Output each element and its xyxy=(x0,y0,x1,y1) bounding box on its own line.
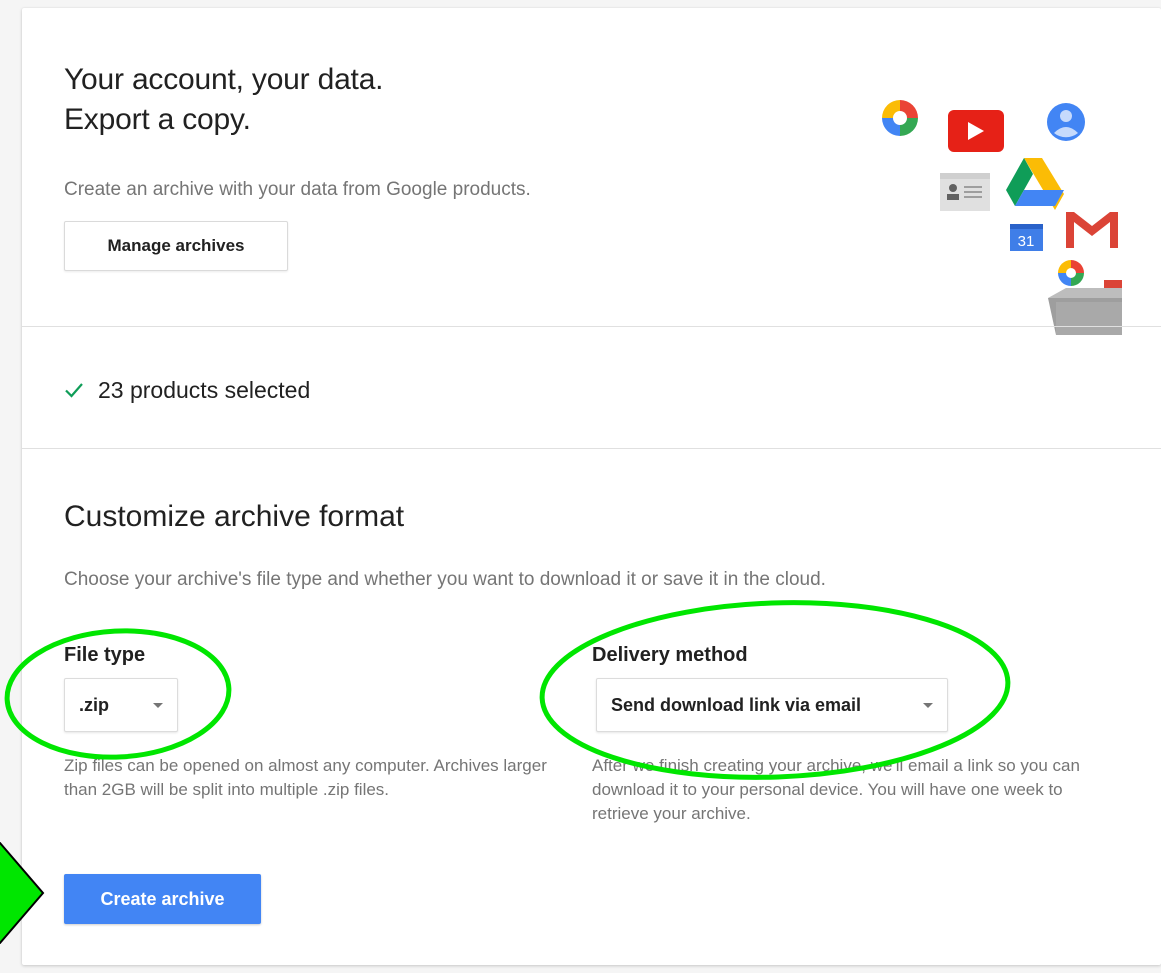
section-divider xyxy=(22,326,1161,327)
gmail-icon xyxy=(1066,212,1118,248)
customize-format-title: Customize archive format xyxy=(64,500,405,533)
dropdown-caret-icon xyxy=(153,702,163,708)
calendar-icon: 31 xyxy=(1010,224,1043,251)
headline-line-1: Your account, your data. xyxy=(64,63,384,96)
file-type-help-text: Zip files can be opened on almost any co… xyxy=(64,756,547,799)
products-selected-label: 23 products selected xyxy=(98,376,311,403)
manage-archives-button[interactable]: Manage archives xyxy=(64,221,288,271)
contacts-icon xyxy=(1047,103,1085,141)
customize-format-description: Choose your archive's file type and whet… xyxy=(64,569,826,590)
file-type-selected-value: .zip xyxy=(79,694,109,715)
page-headline: Your account, your data. Export a copy. xyxy=(64,60,384,140)
file-type-dropdown[interactable]: .zip xyxy=(64,678,178,732)
drive-icon xyxy=(1006,158,1064,210)
checkmark-icon xyxy=(65,383,83,398)
dropdown-caret-icon xyxy=(923,702,933,708)
contacts-card-icon xyxy=(940,173,990,211)
create-archive-button[interactable]: Create archive xyxy=(64,874,261,924)
photos-icon xyxy=(882,100,918,136)
products-selected-row[interactable]: 23 products selected xyxy=(64,370,310,410)
takeout-card: Your account, your data. Export a copy. … xyxy=(22,8,1161,965)
calendar-day-text: 31 xyxy=(1018,233,1035,250)
delivery-method-label: Delivery method xyxy=(592,644,748,666)
delivery-method-selected-value: Send download link via email xyxy=(611,694,862,715)
hangouts-icon xyxy=(1058,260,1084,286)
youtube-icon xyxy=(948,110,1004,152)
google-products-illustration: 31 xyxy=(882,100,1122,335)
file-type-label: File type xyxy=(64,644,146,666)
section-divider xyxy=(22,448,1161,449)
headline-line-2: Export a copy. xyxy=(64,103,251,136)
delivery-method-dropdown[interactable]: Send download link via email xyxy=(596,678,948,732)
delivery-method-help-text: After we finish creating your archive, w… xyxy=(592,756,1080,823)
page-subtitle: Create an archive with your data from Go… xyxy=(64,179,531,200)
